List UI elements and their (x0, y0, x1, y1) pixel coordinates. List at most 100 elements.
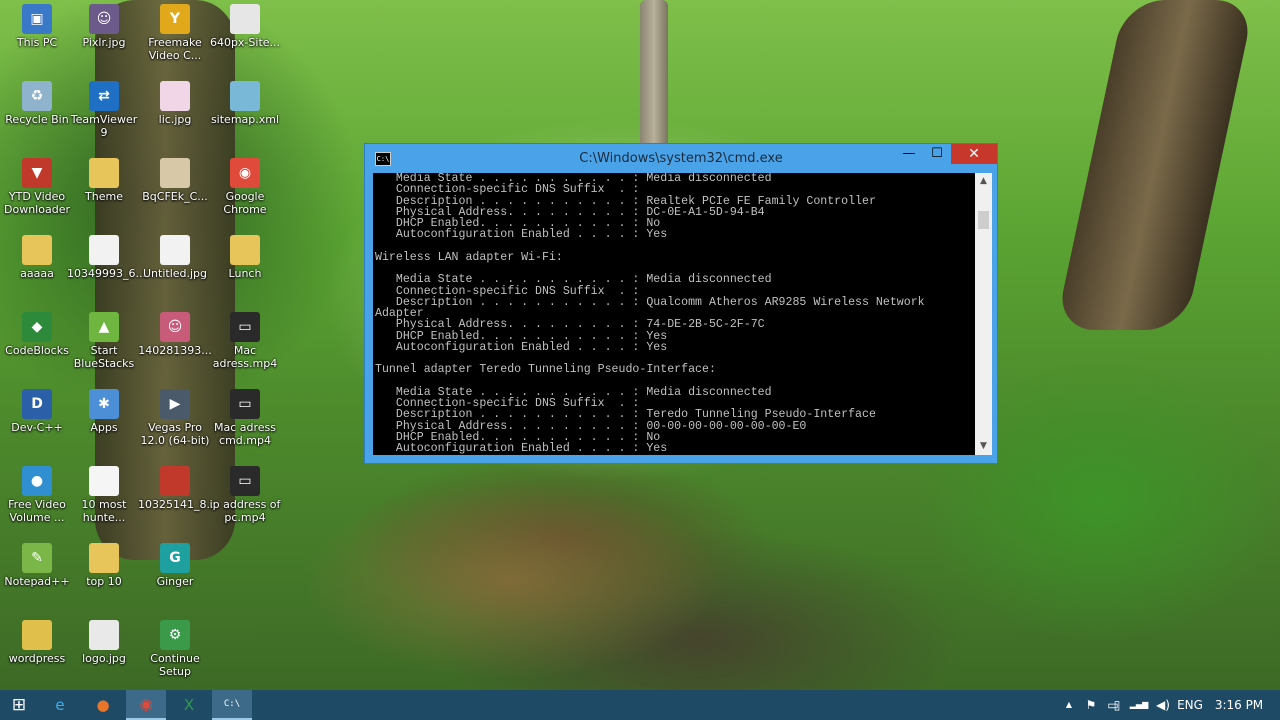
teamviewer-icon: ⇄ (89, 81, 119, 111)
desktop-icon-label: wordpress (8, 652, 66, 665)
video-file-icon: ▭ (230, 389, 260, 419)
desktop-icon[interactable]: ● Free Video Volume ... (0, 462, 74, 536)
close-button[interactable]: ✕ (951, 144, 997, 164)
desktop-icon[interactable]: ♻ Recycle Bin (0, 77, 74, 151)
folder-zip-icon (22, 620, 52, 650)
folder-icon (89, 158, 119, 188)
desktop-icon-label: lic.jpg (158, 113, 192, 126)
desktop-icon-label: logo.jpg (82, 652, 126, 665)
desktop-icon-label: 10 most hunte... (81, 498, 127, 524)
desktop-icon[interactable]: 10349993_6... (67, 231, 146, 305)
image-icon (89, 235, 119, 265)
start-button[interactable]: ⊞ (0, 690, 38, 720)
desktop-icon[interactable]: Theme (67, 154, 141, 228)
codeblocks-icon: ◆ (22, 312, 52, 342)
scroll-down-icon[interactable]: ▼ (975, 438, 992, 455)
desktop-icon[interactable]: ▭ Mac adress.mp4 (208, 308, 282, 382)
excel-icon[interactable]: X (169, 690, 209, 720)
computer-icon: ▣ (22, 4, 52, 34)
desktop-icon[interactable]: ▭ Mac adress cmd.mp4 (208, 385, 282, 459)
desktop-icon-label: Mac adress cmd.mp4 (213, 421, 276, 447)
desktop-icon-label: YTD Video Downloader (4, 190, 70, 216)
desktop-icon-label: Pixlr.jpg (82, 36, 126, 49)
desktop-icon[interactable]: wordpress (0, 616, 74, 690)
desktop-icon-label: Recycle Bin (5, 113, 69, 126)
desktop-icon[interactable]: ▲ Start BlueStacks (67, 308, 141, 382)
desktop-icon-label: This PC (16, 36, 58, 49)
desktop-icon[interactable]: logo.jpg (67, 616, 141, 690)
maximize-button[interactable]: ☐ (923, 144, 951, 164)
battery-icon[interactable]: ▯ (1108, 690, 1126, 720)
wifi-signal-icon[interactable]: ▂▄▆ (1128, 690, 1150, 720)
console-output[interactable]: Media State . . . . . . . . . . . : Medi… (373, 173, 975, 455)
console-scrollbar[interactable]: ▲ ▼ (975, 173, 992, 455)
cmd-icon[interactable]: C:\ (212, 690, 252, 720)
desktop-icon[interactable]: ◆ CodeBlocks (0, 308, 74, 382)
video-file-icon: ▭ (230, 466, 260, 496)
desktop-icon[interactable]: G Ginger (138, 539, 212, 613)
desktop-icon[interactable]: ▣ This PC (0, 0, 74, 74)
desktop-icon[interactable]: Y Freemake Video C... (138, 0, 212, 74)
wallpaper-stream (300, 480, 720, 680)
cmd-window[interactable]: C:\ C:\Windows\system32\cmd.exe — ☐ ✕ Me… (364, 143, 998, 464)
console-text: Media State . . . . . . . . . . . : Medi… (375, 173, 925, 455)
action-center-flag-icon[interactable]: ⚑ (1082, 690, 1100, 720)
freemake-icon: Y (160, 4, 190, 34)
desktop-icon[interactable]: ✱ Apps (67, 385, 141, 459)
desktop-icon[interactable]: BqCFEk_C... (138, 154, 212, 228)
desktop-icon[interactable]: ⇄ TeamViewer 9 (67, 77, 141, 151)
desktop-icon[interactable]: ◉ Google Chrome (208, 154, 282, 228)
desktop-icon[interactable]: ▭ ip address of pc.mp4 (208, 462, 282, 536)
desktop-icon[interactable]: 10325141_8... (138, 462, 217, 536)
desktop-icon-label: BqCFEk_C... (142, 190, 208, 203)
desktop-icon-label: Continue Setup (150, 652, 200, 678)
ginger-icon: G (160, 543, 190, 573)
setup-icon: ⚙ (160, 620, 190, 650)
desktop-icon-label: top 10 (86, 575, 122, 588)
desktop-icon-label: aaaaa (20, 267, 54, 280)
desktop-icon-label: Google Chrome (223, 190, 267, 216)
language-indicator[interactable]: ENG (1176, 690, 1204, 720)
scroll-thumb[interactable] (978, 211, 989, 229)
ie-icon[interactable]: e (40, 690, 80, 720)
desktop-icon[interactable]: Lunch (208, 231, 282, 305)
desktop-icon[interactable]: ✎ Notepad++ (0, 539, 74, 613)
clock[interactable]: 3:16 PM (1212, 690, 1266, 720)
chrome-icon[interactable]: ◉ (126, 690, 166, 720)
desktop-icon[interactable]: ▼ YTD Video Downloader (0, 154, 74, 228)
image-icon (160, 466, 190, 496)
devcpp-icon: D (22, 389, 52, 419)
desktop-icon-label: Dev-C++ (11, 421, 63, 434)
desktop-icon[interactable]: aaaaa (0, 231, 74, 305)
desktop-icon[interactable]: lic.jpg (138, 77, 212, 151)
cmd-titlebar[interactable]: C:\ C:\Windows\system32\cmd.exe — ☐ ✕ (365, 144, 997, 173)
desktop-icon[interactable]: Untitled.jpg (138, 231, 212, 305)
recycle-bin-icon: ♻ (22, 81, 52, 111)
desktop-icon[interactable]: top 10 (67, 539, 141, 613)
desktop-icon[interactable]: ☺ Pixlr.jpg (67, 0, 141, 74)
firefox-icon[interactable]: ● (83, 690, 123, 720)
desktop-icon[interactable]: D Dev-C++ (0, 385, 74, 459)
desktop-icon[interactable]: sitemap.xml (208, 77, 282, 151)
desktop-icon-label: TeamViewer 9 (70, 113, 138, 139)
desktop-icon-label: Mac adress.mp4 (212, 344, 278, 370)
desktop-icon[interactable]: ☺ 140281393... (138, 308, 212, 382)
image-icon (89, 620, 119, 650)
desktop-icon-label: Notepad++ (4, 575, 70, 588)
volume-icon[interactable]: ◀) (1152, 690, 1174, 720)
desktop-icon-label: Freemake Video C... (148, 36, 202, 62)
xml-file-icon (230, 81, 260, 111)
desktop-icon[interactable]: 640px-Site... (208, 0, 282, 74)
desktop-icon-label: ip address of pc.mp4 (209, 498, 281, 524)
desktop-icon[interactable]: ▶ Vegas Pro 12.0 (64-bit) (138, 385, 212, 459)
desktop-icon-label: Ginger (156, 575, 194, 588)
apps-icon: ✱ (89, 389, 119, 419)
minimize-button[interactable]: — (895, 144, 923, 164)
desktop-icon-label: Theme (85, 190, 123, 203)
desktop-icon[interactable]: 10 most hunte... (67, 462, 141, 536)
scroll-up-icon[interactable]: ▲ (975, 173, 992, 190)
tray-overflow-icon[interactable]: ▲ (1060, 690, 1078, 720)
video-file-icon: ▭ (230, 312, 260, 342)
desktop-wallpaper: ▣ This PC ♻ Recycle Bin ▼ YTD Video Downloade… (0, 0, 1280, 690)
desktop-icon[interactable]: ⚙ Continue Setup (138, 616, 212, 690)
